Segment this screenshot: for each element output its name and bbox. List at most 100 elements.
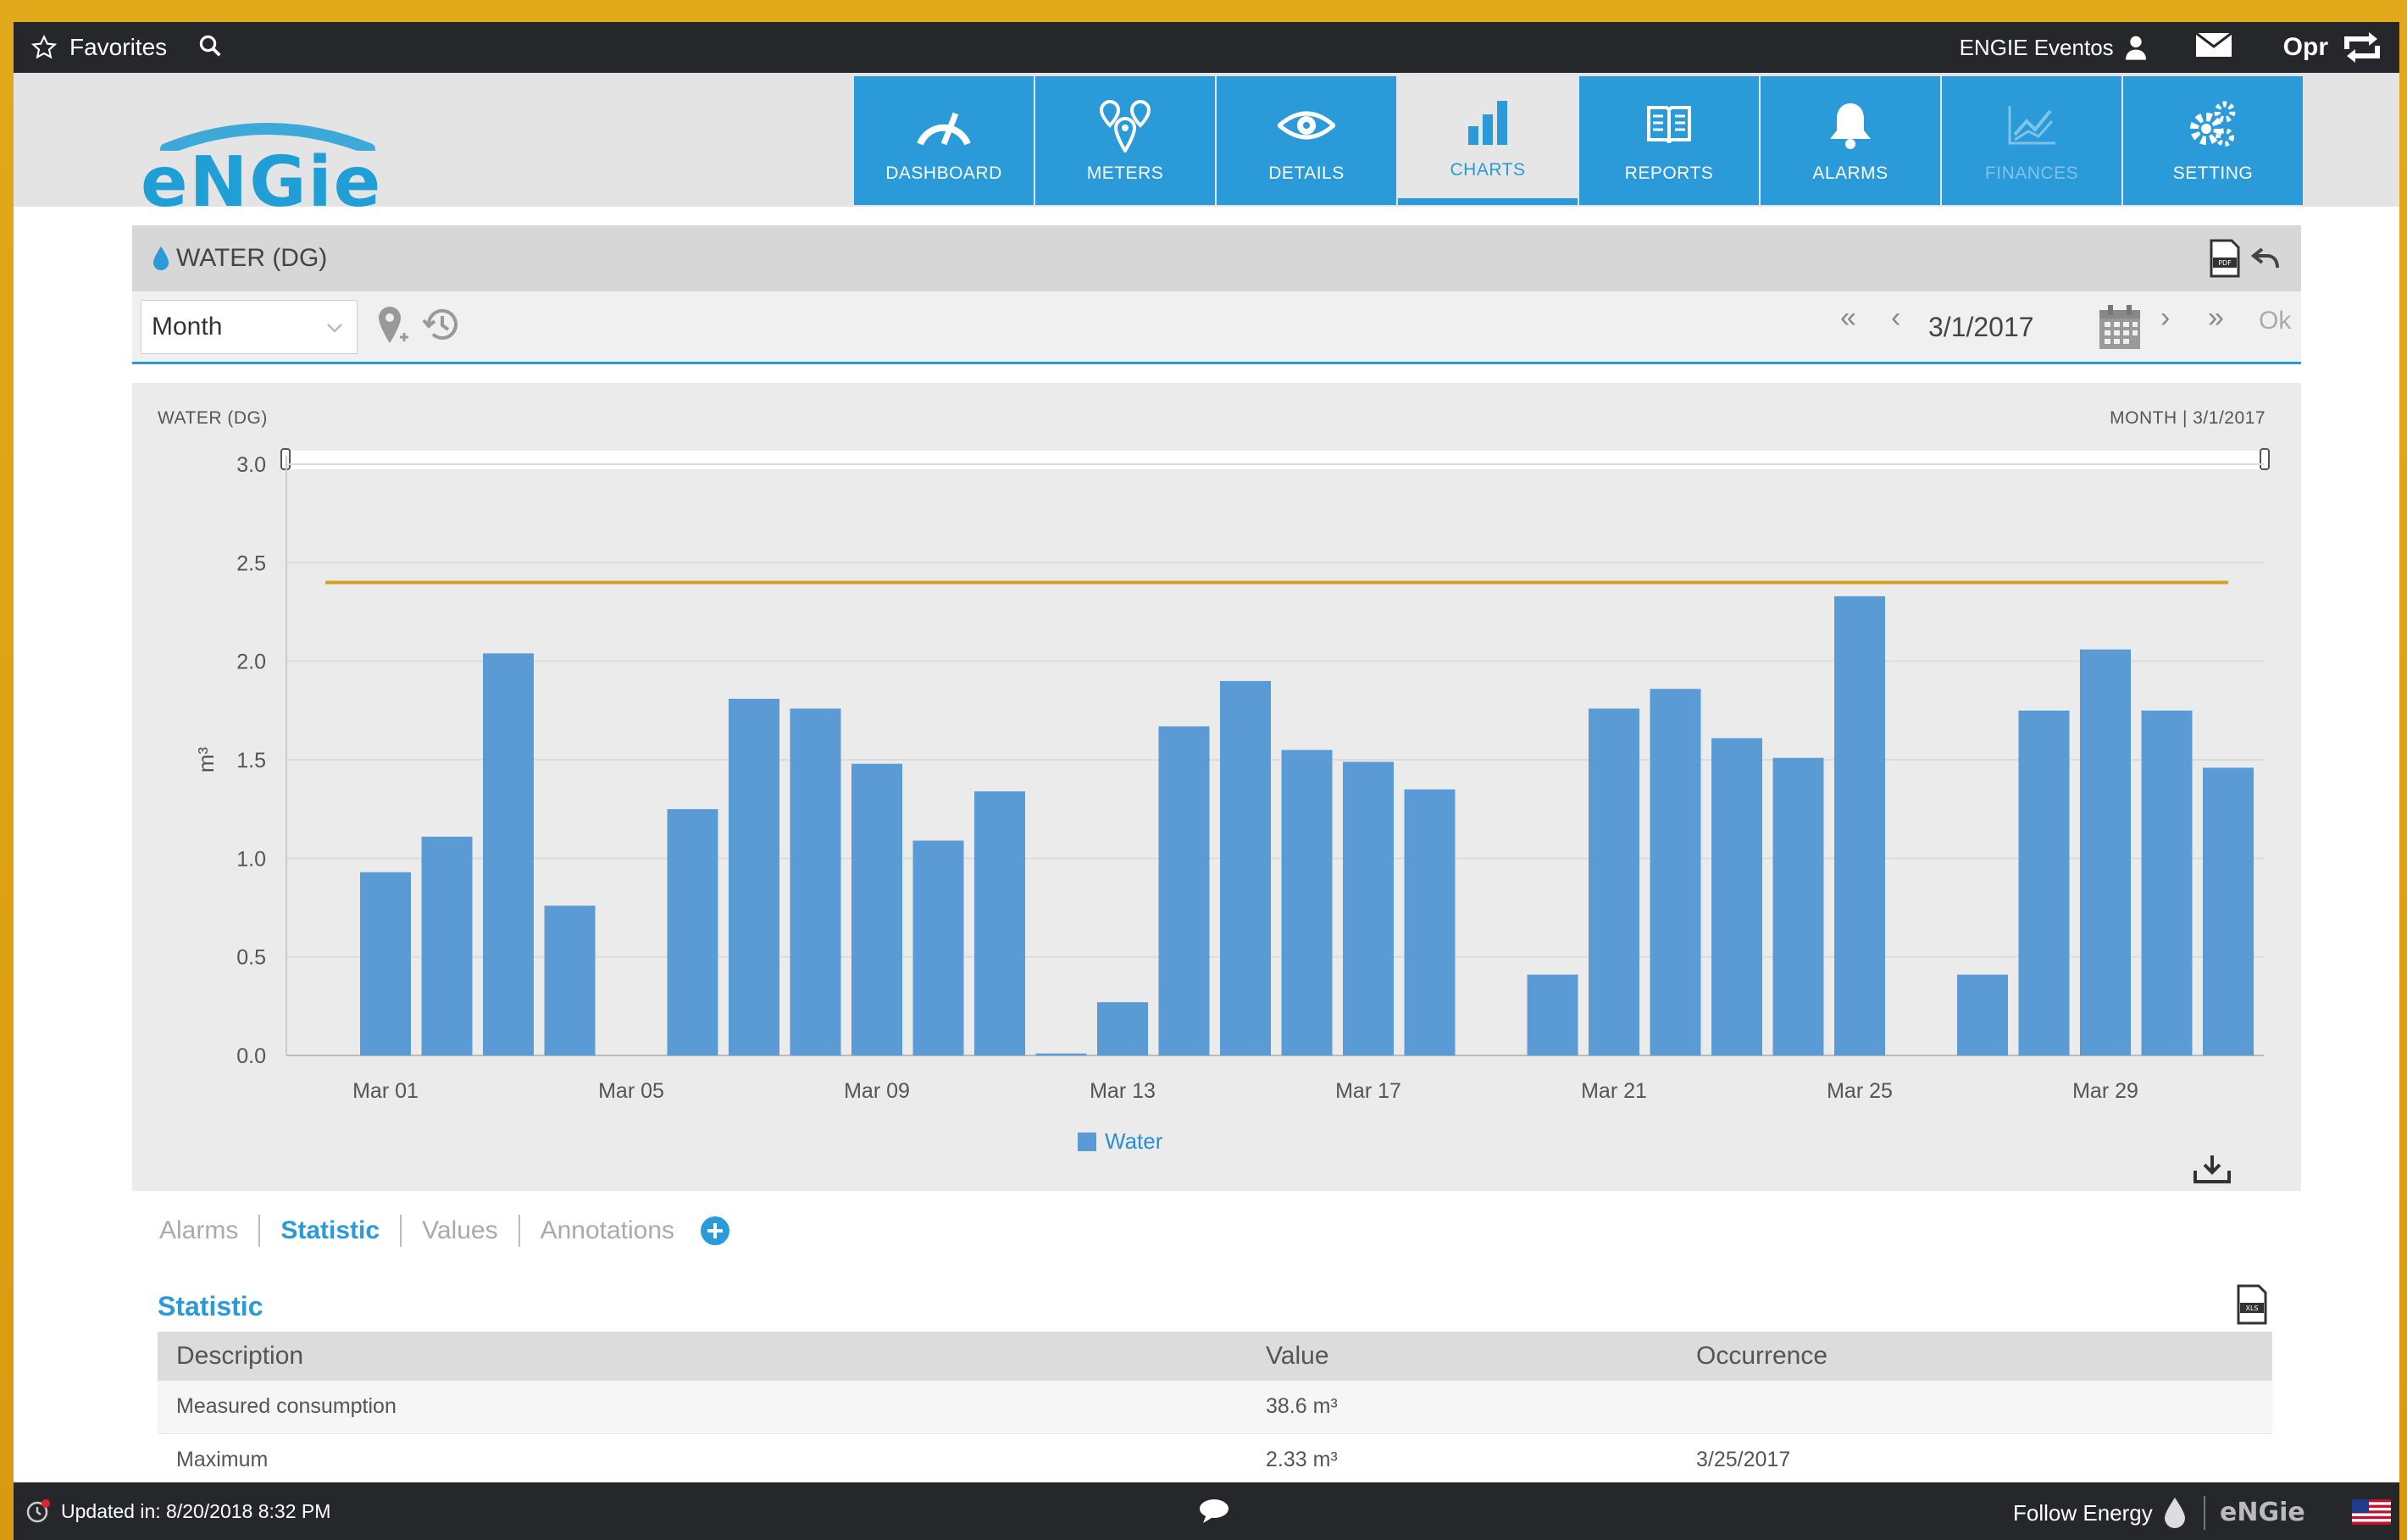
x-tick-label: Mar 25: [1827, 1079, 1893, 1103]
download-icon[interactable]: [2193, 1154, 2232, 1184]
chart-bar: [1158, 726, 1210, 1055]
status-bar: Updated in: 8/20/2018 8:32 PM Follow Ene…: [14, 1482, 2399, 1540]
us-flag-icon[interactable]: [2352, 1499, 2391, 1525]
water-drop-icon: [2164, 1498, 2185, 1528]
footer-engie-logo: eNGie: [2220, 1498, 2305, 1527]
nav-label: ALARMS: [1812, 163, 1888, 183]
gears-icon: [2190, 101, 2236, 147]
bell-icon: [1830, 103, 1871, 149]
gauge-icon: [917, 112, 971, 146]
tab-divider: [518, 1215, 520, 1247]
chart-bar: [667, 809, 718, 1055]
panel-header: WATER (DG) PDF: [132, 225, 2301, 291]
first-period-button[interactable]: «: [1840, 302, 1856, 335]
follow-label: Follow Energy: [2013, 1499, 2153, 1526]
y-tick-label: 0.0: [236, 1044, 266, 1068]
y-tick-label: 2.5: [236, 551, 266, 575]
eye-icon: [1278, 111, 1335, 140]
chart-bar: [360, 872, 411, 1055]
range-navigator: [286, 451, 2264, 469]
chevron-down-icon: [327, 324, 342, 333]
follow-energy-link[interactable]: Follow Energy: [2013, 1496, 2205, 1530]
star-icon: [31, 34, 58, 59]
updated-text: Updated in: 8/20/2018 8:32 PM: [61, 1499, 331, 1522]
x-tick-label: Mar 13: [1090, 1079, 1156, 1103]
chart-bar: [1957, 974, 2008, 1055]
refresh-icon: [2344, 32, 2380, 63]
tab-annotations[interactable]: Annotations: [541, 1216, 674, 1245]
ok-button[interactable]: Ok: [2259, 307, 2291, 335]
tab-values[interactable]: Values: [422, 1216, 498, 1245]
statistic-title: Statistic: [158, 1291, 263, 1321]
top-bar: Favorites ENGIE Eventos Opr: [14, 22, 2399, 73]
chart-legend[interactable]: Water: [1078, 1128, 1162, 1155]
last-period-button[interactable]: »: [2208, 302, 2224, 335]
opr-switch[interactable]: Opr: [2283, 30, 2382, 64]
chart-bar: [1035, 1053, 1087, 1055]
add-annotation-icon[interactable]: [700, 1216, 730, 1246]
tab-alarms[interactable]: Alarms: [159, 1216, 238, 1245]
date-input[interactable]: 3/1/2017: [1918, 300, 2096, 354]
xls-export-icon[interactable]: XLS: [2235, 1284, 2269, 1325]
search-icon: [199, 35, 221, 57]
next-period-button[interactable]: ›: [2160, 302, 2170, 335]
search-button[interactable]: [197, 33, 223, 63]
nav-details[interactable]: DETAILS: [1217, 76, 1396, 205]
user-menu[interactable]: ENGIE Eventos: [1960, 34, 2149, 61]
nav-label: METERS: [1086, 163, 1164, 183]
chart-bar: [790, 708, 841, 1055]
mail-icon: [2194, 31, 2232, 57]
nav-dashboard[interactable]: DASHBOARD: [854, 76, 1034, 205]
x-tick-label: Mar 01: [352, 1079, 419, 1103]
location-pin-icon[interactable]: [376, 305, 410, 347]
table-cell: [1678, 1381, 2272, 1434]
nav-charts[interactable]: CHARTS: [1398, 76, 1578, 205]
x-tick-label: Mar 17: [1335, 1079, 1401, 1103]
x-tick-label: Mar 09: [844, 1079, 910, 1103]
chart-bar: [421, 836, 473, 1055]
table-cell: Maximum: [158, 1433, 1247, 1487]
svg-text:XLS: XLS: [2245, 1305, 2258, 1312]
chart-bar: [1097, 1002, 1148, 1055]
clock-alert-icon[interactable]: [25, 1498, 51, 1524]
nav-reports[interactable]: REPORTS: [1579, 76, 1759, 205]
chart-bar: [2203, 767, 2254, 1055]
bottom-tabs: Alarms Statistic Values Annotations: [159, 1215, 730, 1247]
history-icon[interactable]: [422, 305, 461, 344]
nav-alarms[interactable]: ALARMS: [1761, 76, 1940, 205]
x-tick-label: Mar 05: [598, 1079, 664, 1103]
chat-icon[interactable]: [1198, 1498, 1230, 1525]
tab-statistic[interactable]: Statistic: [280, 1216, 380, 1245]
range-handle-right: [2260, 448, 2270, 470]
table-row: Maximum 2.33 m³ 3/25/2017: [158, 1433, 2272, 1487]
column-header: Value: [1247, 1332, 1678, 1381]
chart-bar: [1220, 680, 1271, 1055]
table-cell: 38.6 m³: [1247, 1381, 1678, 1434]
favorites-button[interactable]: Favorites: [31, 34, 167, 61]
chart-bar: [1589, 708, 1639, 1055]
column-header: Occurrence: [1678, 1332, 2272, 1381]
svg-text:PDF: PDF: [2218, 259, 2232, 267]
back-arrow-icon[interactable]: [2250, 246, 2281, 271]
y-axis-label: m³: [193, 747, 219, 773]
pdf-export-icon[interactable]: PDF: [2208, 239, 2242, 278]
nav-finances: FINANCES: [1942, 76, 2121, 205]
mail-button[interactable]: [2194, 31, 2232, 64]
legend-swatch: [1078, 1132, 1096, 1151]
chart-bar: [1711, 738, 1762, 1055]
chart-bar: [729, 698, 779, 1055]
nav-label: FINANCES: [1984, 163, 2079, 183]
calendar-icon[interactable]: [2098, 303, 2142, 351]
prev-period-button[interactable]: ‹: [1891, 302, 1900, 335]
nav-meters[interactable]: METERS: [1035, 76, 1215, 205]
nav-setting[interactable]: SETTING: [2123, 76, 2303, 205]
chart-bar: [974, 791, 1025, 1055]
chart-bar: [2018, 710, 2070, 1055]
engie-logo[interactable]: eNGie: [141, 120, 395, 223]
chart-bar: [1343, 762, 1394, 1055]
period-select[interactable]: Month: [141, 300, 358, 354]
nav-label: DETAILS: [1268, 163, 1345, 183]
chart-bar: [1527, 974, 1578, 1055]
user-icon: [2125, 36, 2146, 60]
table-header-row: Description Value Occurrence: [158, 1332, 2272, 1381]
